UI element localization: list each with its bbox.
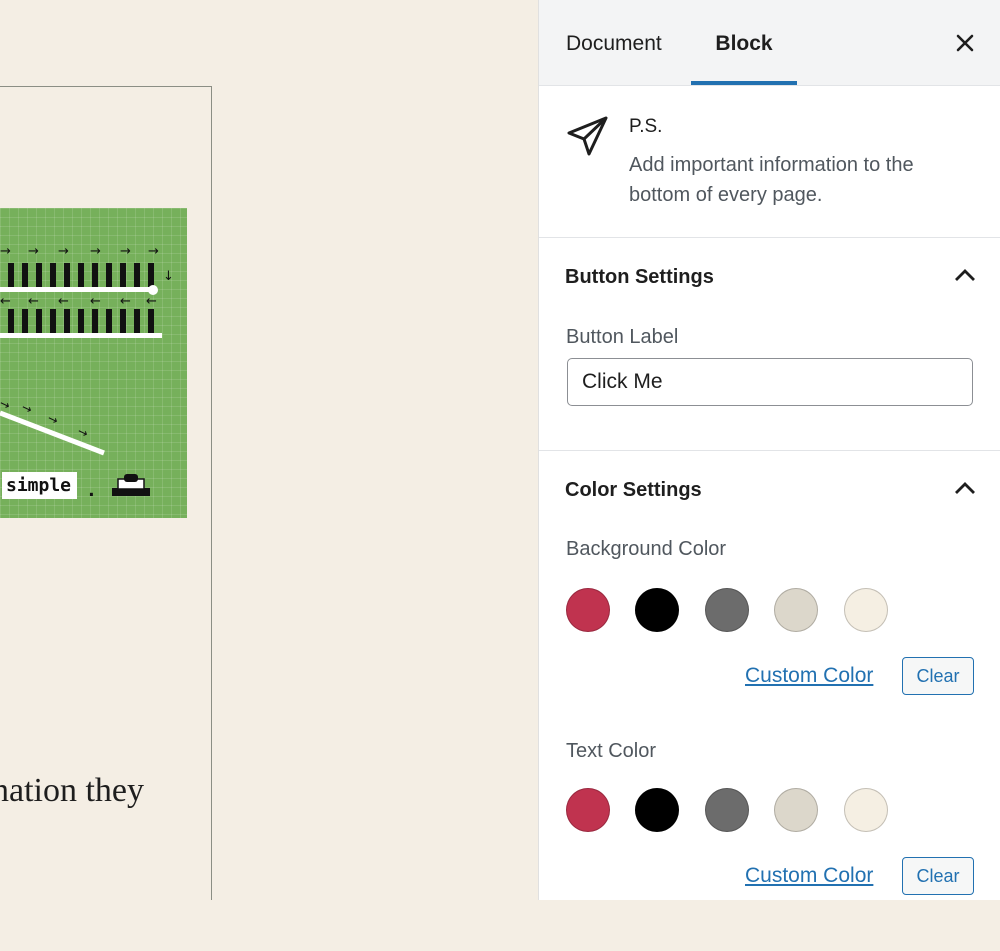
button-label-field-label: Button Label — [566, 326, 679, 348]
chevron-up-icon[interactable] — [954, 268, 976, 287]
text-swatch-black[interactable] — [635, 788, 679, 832]
text-swatch-cream[interactable] — [844, 788, 888, 832]
tab-block[interactable]: Block — [691, 0, 797, 85]
background-color-label: Background Color — [566, 538, 727, 560]
text-swatch-gray[interactable] — [705, 788, 749, 832]
background-swatch-light-gray[interactable] — [774, 588, 818, 632]
svg-text:→: → — [120, 244, 131, 259]
svg-text:→: → — [19, 400, 34, 417]
svg-text:→: → — [0, 244, 11, 259]
card-caption-period: . — [86, 480, 97, 501]
close-icon — [956, 34, 974, 52]
svg-text:←: ← — [58, 294, 69, 309]
background-swatch-cream[interactable] — [844, 588, 888, 632]
text-custom-color-link[interactable]: Custom Color — [745, 864, 873, 888]
svg-text:→: → — [45, 411, 60, 428]
svg-text:→: → — [75, 424, 90, 441]
button-settings-heading[interactable]: Button Settings — [565, 266, 714, 289]
background-swatch-gray[interactable] — [705, 588, 749, 632]
background-custom-color-link[interactable]: Custom Color — [745, 664, 873, 688]
svg-text:←: ← — [28, 294, 39, 309]
svg-text:←: ← — [120, 294, 131, 309]
background-swatch-black[interactable] — [635, 588, 679, 632]
close-sidebar-button[interactable] — [950, 28, 980, 58]
text-swatch-red[interactable] — [566, 788, 610, 832]
button-label-input[interactable] — [567, 358, 973, 406]
text-clear-button[interactable]: Clear — [902, 857, 974, 895]
svg-text:→: → — [90, 244, 101, 259]
svg-text:←: ← — [90, 294, 101, 309]
paper-plane-icon — [566, 114, 610, 163]
text-swatch-light-gray[interactable] — [774, 788, 818, 832]
svg-text:→: → — [58, 244, 69, 259]
sidebar-tabs: Document Block — [539, 0, 1000, 86]
svg-text:→: → — [0, 396, 12, 413]
editor-canvas: → → → → → → ↓ ← ← ← ← ← ← → → → → simple… — [0, 0, 538, 900]
block-title: P.S. — [629, 116, 663, 137]
tab-document[interactable]: Document — [566, 0, 662, 85]
svg-text:→: → — [28, 244, 39, 259]
color-settings-heading[interactable]: Color Settings — [565, 479, 702, 502]
svg-text:←: ← — [0, 294, 11, 309]
card-caption: simple — [2, 472, 78, 499]
svg-text:↓: ↓ — [163, 269, 174, 284]
background-swatch-red[interactable] — [566, 588, 610, 632]
text-color-label: Text Color — [566, 740, 657, 762]
svg-text:→: → — [148, 244, 159, 259]
svg-text:←: ← — [146, 294, 157, 309]
chevron-up-icon[interactable] — [954, 481, 976, 500]
settings-sidebar: Document Block P.S. Add important inform… — [538, 0, 1000, 900]
block-description: Add important information to the bottom … — [629, 154, 914, 206]
background-clear-button[interactable]: Clear — [902, 657, 974, 695]
paragraph-text[interactable]: nation they — [0, 772, 144, 810]
